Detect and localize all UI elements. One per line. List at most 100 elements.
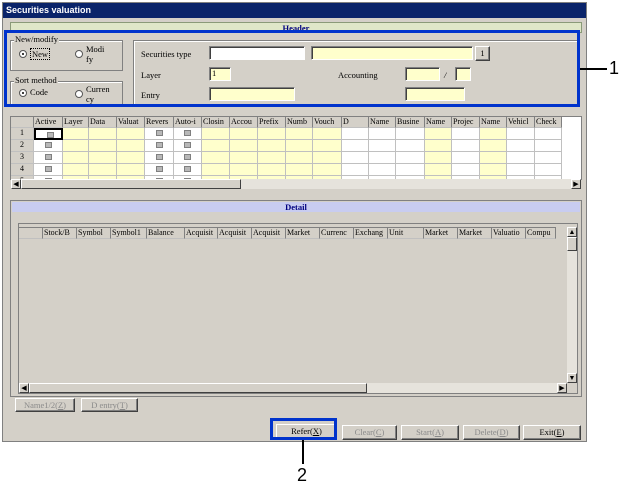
column-header[interactable]: Market (424, 227, 458, 239)
table-cell[interactable] (145, 164, 174, 176)
table-cell[interactable] (342, 164, 369, 176)
table-cell[interactable] (342, 140, 369, 152)
table-cell[interactable] (425, 164, 452, 176)
column-header[interactable]: Name (425, 117, 452, 128)
table-cell[interactable] (342, 128, 369, 140)
table-cell[interactable] (507, 164, 535, 176)
table-cell[interactable] (425, 140, 452, 152)
table-cell[interactable] (369, 128, 396, 140)
column-header[interactable]: Check (535, 117, 562, 128)
column-header[interactable]: Accou (230, 117, 258, 128)
column-header[interactable]: Layer (63, 117, 89, 128)
table-cell[interactable] (63, 164, 89, 176)
table-cell[interactable] (369, 164, 396, 176)
table-cell[interactable] (34, 128, 63, 140)
table-cell[interactable] (452, 152, 480, 164)
table-cell[interactable] (313, 152, 342, 164)
scroll-right-icon[interactable]: ▶ (557, 383, 567, 393)
table-cell[interactable] (117, 152, 145, 164)
table-cell[interactable] (145, 140, 174, 152)
table-cell[interactable] (369, 152, 396, 164)
column-header[interactable]: Acquisit (252, 227, 286, 239)
table-cell[interactable] (286, 164, 313, 176)
table-cell[interactable] (258, 128, 286, 140)
column-header[interactable]: Prefix (258, 117, 286, 128)
table-cell[interactable] (258, 164, 286, 176)
exit-button[interactable]: Exit(E) (523, 425, 581, 440)
table-cell[interactable] (63, 128, 89, 140)
table-cell[interactable] (89, 152, 117, 164)
column-header[interactable]: D (342, 117, 369, 128)
table-cell[interactable] (480, 152, 507, 164)
table-cell[interactable] (34, 164, 63, 176)
table-cell[interactable] (63, 152, 89, 164)
table-cell[interactable] (230, 128, 258, 140)
table-cell[interactable] (202, 164, 230, 176)
table-cell[interactable] (313, 128, 342, 140)
table-cell[interactable] (452, 164, 480, 176)
table-cell[interactable] (452, 140, 480, 152)
column-header[interactable]: Balance (147, 227, 185, 239)
table-cell[interactable] (63, 140, 89, 152)
column-header[interactable]: Acquisit (185, 227, 218, 239)
checkbox-icon[interactable] (155, 130, 163, 136)
table-cell[interactable] (202, 128, 230, 140)
table-cell[interactable] (313, 164, 342, 176)
table-row[interactable]: 1 (11, 128, 581, 140)
column-header[interactable]: Compu (526, 227, 556, 239)
table-cell[interactable] (145, 128, 174, 140)
table-cell[interactable] (258, 140, 286, 152)
column-header[interactable]: Projec (452, 117, 480, 128)
column-header[interactable]: Revers (145, 117, 174, 128)
table-cell[interactable] (425, 152, 452, 164)
table-cell[interactable] (117, 164, 145, 176)
column-header[interactable]: Closin (202, 117, 230, 128)
table-cell[interactable] (396, 140, 425, 152)
table-cell[interactable] (507, 140, 535, 152)
table-cell[interactable] (507, 152, 535, 164)
checkbox-icon[interactable] (184, 130, 191, 136)
scroll-up-icon[interactable]: ▲ (567, 227, 577, 237)
detail-grid-hscrollbar[interactable]: ◀ ▶ (19, 383, 567, 393)
table-cell[interactable] (202, 140, 230, 152)
checkbox-icon[interactable] (46, 132, 54, 138)
checkbox-icon[interactable] (155, 166, 163, 172)
table-cell[interactable] (396, 128, 425, 140)
table-cell[interactable] (507, 128, 535, 140)
table-cell[interactable] (425, 128, 452, 140)
detail-grid-vscrollbar[interactable]: ▲ ▼ (567, 227, 577, 383)
table-cell[interactable] (202, 152, 230, 164)
table-cell[interactable] (174, 152, 202, 164)
table-cell[interactable] (34, 152, 63, 164)
table-cell[interactable] (313, 140, 342, 152)
table-row[interactable]: 4 (11, 164, 581, 176)
table-cell[interactable] (286, 152, 313, 164)
checkbox-icon[interactable] (155, 154, 163, 160)
table-cell[interactable] (286, 128, 313, 140)
checkbox-icon[interactable] (184, 142, 191, 148)
table-cell[interactable] (117, 128, 145, 140)
table-cell[interactable] (89, 164, 117, 176)
table-cell[interactable] (342, 152, 369, 164)
column-header[interactable]: Market (286, 227, 320, 239)
table-cell[interactable] (480, 128, 507, 140)
column-header[interactable]: Valuat (117, 117, 145, 128)
table-cell[interactable] (535, 164, 562, 176)
column-header[interactable]: Acquisit (218, 227, 252, 239)
column-header[interactable]: Vehicl (507, 117, 535, 128)
detail-grid[interactable]: Stock/B Symbol Symbol1 Balance Acquisit Acqui… (18, 223, 578, 394)
column-header[interactable]: Vouch (313, 117, 342, 128)
table-cell[interactable] (89, 140, 117, 152)
column-header[interactable]: Stock/B (43, 227, 77, 239)
valuation-grid-hscrollbar[interactable]: ◀ ▶ (11, 179, 581, 189)
column-header[interactable]: Numb (286, 117, 313, 128)
table-cell[interactable] (174, 164, 202, 176)
table-cell[interactable] (89, 128, 117, 140)
column-header[interactable]: Unit (388, 227, 424, 239)
checkbox-icon[interactable] (44, 166, 52, 172)
checkbox-icon[interactable] (155, 142, 163, 148)
table-cell[interactable] (396, 152, 425, 164)
table-cell[interactable] (117, 140, 145, 152)
table-cell[interactable] (369, 140, 396, 152)
checkbox-icon[interactable] (184, 154, 191, 160)
